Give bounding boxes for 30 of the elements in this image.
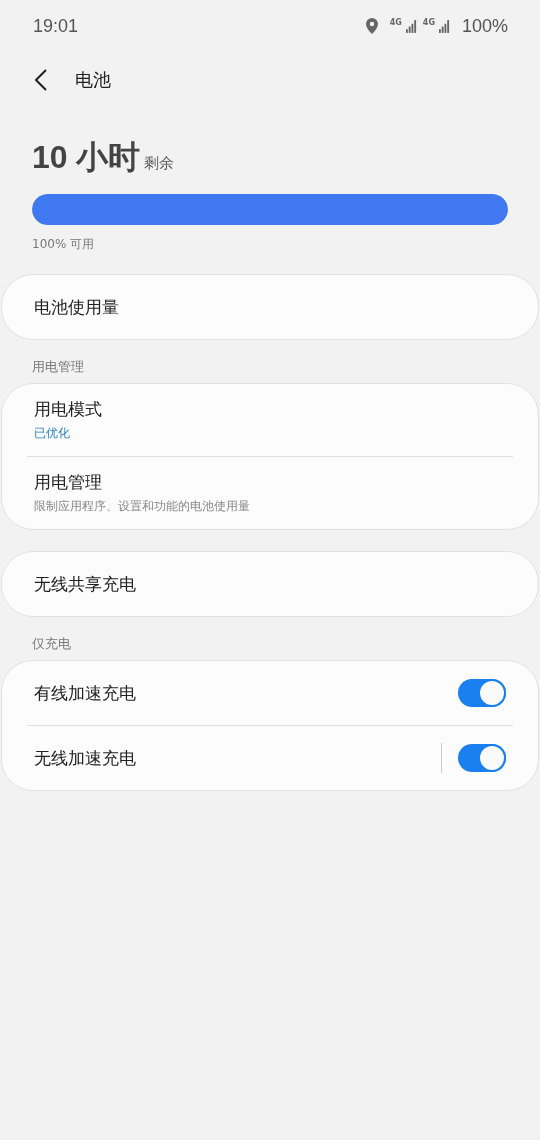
- row-title: 用电模式: [34, 398, 103, 421]
- toggle-switch[interactable]: [458, 679, 506, 707]
- network-label: 4G: [422, 17, 435, 27]
- settings-row[interactable]: 无线加速充电: [27, 726, 513, 790]
- back-icon[interactable]: [35, 69, 47, 91]
- network-label: 4G: [389, 17, 402, 27]
- row-title: 用电管理: [34, 471, 103, 494]
- page-title: 电池: [75, 68, 111, 92]
- battery-caption: 100% 可用: [32, 236, 96, 253]
- row-title: 有线加速充电: [34, 681, 137, 705]
- row-subtitle: 已优化: [34, 425, 71, 442]
- row-title: 电池使用量: [34, 295, 120, 319]
- row-title: 无线共享充电: [34, 572, 137, 596]
- section-header: 仅充电: [31, 635, 72, 653]
- settings-row[interactable]: 无线共享充电: [27, 552, 513, 616]
- signal-icon: [405, 19, 417, 33]
- settings-row[interactable]: 用电管理 限制应用程序、设置和功能的电池使用量: [27, 457, 513, 529]
- remaining-label: 剩余: [144, 154, 175, 173]
- settings-row[interactable]: 电池使用量: [27, 275, 513, 339]
- time-remaining: 10 小时: [32, 138, 141, 177]
- location-icon: [365, 18, 378, 34]
- signal-icon: [438, 19, 450, 33]
- row-subtitle: 限制应用程序、设置和功能的电池使用量: [34, 498, 251, 515]
- toggle-switch[interactable]: [458, 744, 506, 772]
- status-time: 19:01: [33, 15, 79, 37]
- row-title: 无线加速充电: [34, 746, 137, 770]
- settings-row[interactable]: 用电模式 已优化: [27, 384, 513, 456]
- battery-percent: 100%: [461, 15, 508, 37]
- settings-row[interactable]: 有线加速充电: [27, 661, 513, 725]
- section-header: 用电管理: [31, 358, 85, 376]
